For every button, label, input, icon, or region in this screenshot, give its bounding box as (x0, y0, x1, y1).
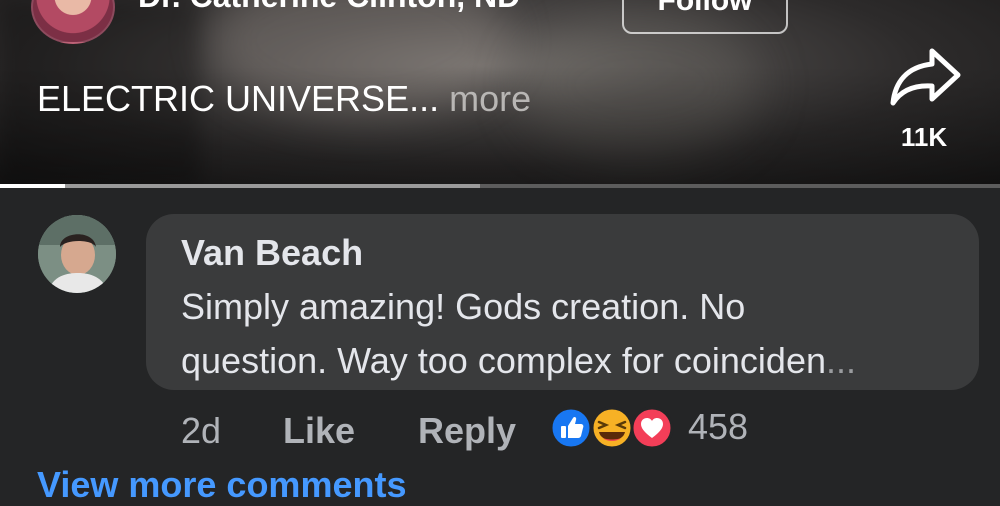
love-icon (630, 406, 674, 450)
video-progress-fill (0, 184, 65, 188)
avatar-photo (38, 215, 116, 293)
poster-name[interactable]: Dr. Catherine Clinton, ND (138, 0, 520, 15)
view-more-comments-link[interactable]: View more comments (37, 464, 406, 506)
like-button[interactable]: Like (283, 410, 355, 452)
comment-line-text: question. Way too complex for coinciden (181, 340, 826, 381)
like-icon (549, 406, 593, 450)
commenter-avatar[interactable] (38, 215, 116, 293)
comment-text[interactable]: Simply amazing! Gods creation. No questi… (181, 280, 951, 388)
share-count: 11K (900, 122, 948, 152)
reaction-count: 458 (688, 406, 749, 447)
haha-icon (590, 406, 634, 450)
more-link[interactable]: more (449, 78, 531, 119)
comment-line: question. Way too complex for coinciden.… (181, 334, 951, 388)
caption-text: ELECTRIC UNIVERSE... (37, 78, 440, 119)
share-icon[interactable] (888, 45, 964, 109)
post-caption: ELECTRIC UNIVERSE... more (37, 78, 531, 120)
video-progress-bar[interactable] (0, 184, 1000, 188)
comment-age: 2d (181, 410, 222, 451)
follow-button[interactable]: Follow (622, 0, 788, 34)
comment-line: Simply amazing! Gods creation. No (181, 286, 746, 327)
comment-ellipsis: ... (826, 340, 857, 381)
reaction-summary[interactable] (549, 405, 674, 451)
video-player[interactable]: Dr. Catherine Clinton, ND Follow ELECTRI… (0, 0, 1000, 186)
video-buffer-bar (0, 184, 480, 188)
reply-button[interactable]: Reply (418, 410, 516, 452)
comment-author[interactable]: Van Beach (181, 232, 363, 274)
